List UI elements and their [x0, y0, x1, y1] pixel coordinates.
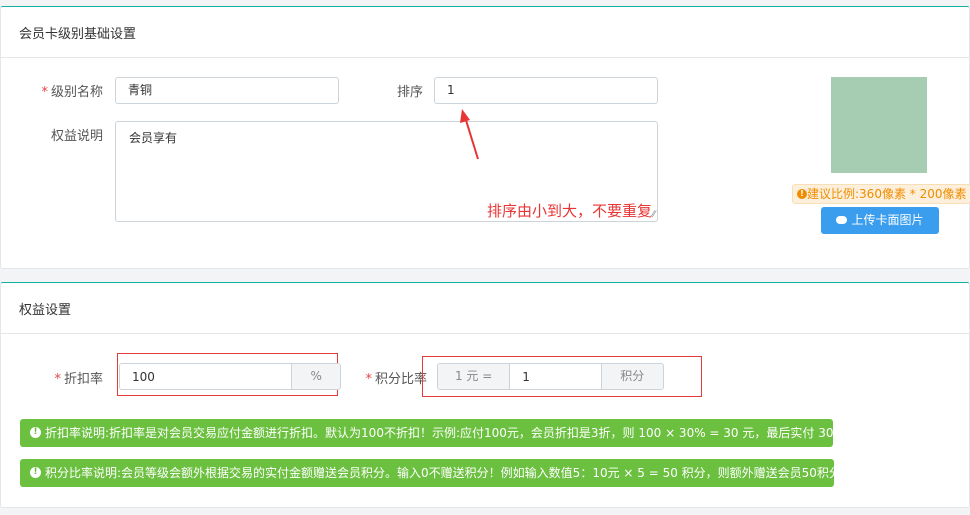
basic-settings-title: 会员卡级别基础设置 — [1, 7, 969, 58]
discount-label: * 折扣率 — [54, 372, 103, 387]
discount-input[interactable]: 100 — [120, 364, 292, 389]
upload-cover-button[interactable]: 上传卡面图片 — [821, 207, 939, 234]
yuan-prefix-addon: 1 元 = — [438, 364, 511, 389]
resize-handle-icon[interactable]: ⁄⁄ — [652, 210, 655, 220]
annotation-arrow — [460, 109, 479, 160]
rights-settings-panel: 权益设置 * 折扣率 100 % * 积分比率 1 元 = 1 积分 ! 折扣率说明:… — [0, 282, 970, 508]
level-name-label: * 级别名称 — [41, 85, 103, 100]
card-cover-image — [831, 77, 927, 173]
percent-addon: % — [291, 364, 340, 389]
discount-note-alert: ! 折扣率说明:折扣率是对会员交易应付金额进行折扣。默认为100不折扣！示例:应付… — [20, 419, 849, 447]
benefit-text: 会员享有 — [129, 131, 178, 145]
warning-icon: ! — [797, 188, 807, 199]
benefit-label: 权益说明 — [50, 129, 103, 144]
level-name-input[interactable]: 青铜 — [115, 77, 339, 104]
points-note-alert: ! 积分比率说明:会员等级会额外根据交易的实付金额赠送会员积分。输入0不赠送积分！… — [20, 459, 841, 487]
required-mark: * — [365, 372, 372, 387]
sort-annotation: 排序由小到大，不要重复 — [487, 202, 653, 220]
basic-settings-panel: 会员卡级别基础设置 * 级别名称 青铜 排序 1 权益说明 会员享有 ⁄⁄ ! 建议… — [0, 6, 970, 269]
info-icon: ! — [30, 427, 41, 438]
points-input-group: 1 元 = 1 积分 — [437, 363, 664, 390]
discount-input-group: 100 % — [119, 363, 341, 390]
points-ratio-label: * 积分比率 — [365, 372, 427, 387]
rights-settings-title: 权益设置 — [1, 283, 969, 334]
cloud-upload-icon — [836, 215, 848, 224]
sort-input[interactable]: 1 — [434, 77, 658, 104]
info-icon: ! — [30, 467, 41, 478]
points-ratio-input[interactable]: 1 — [510, 364, 601, 389]
sort-label: 排序 — [396, 85, 423, 100]
required-mark: * — [54, 372, 61, 387]
required-mark: * — [41, 85, 48, 100]
ratio-tip-badge: ! 建议比例:360像素 * 200像素 — [792, 184, 970, 204]
points-unit-addon: 积分 — [600, 364, 663, 389]
